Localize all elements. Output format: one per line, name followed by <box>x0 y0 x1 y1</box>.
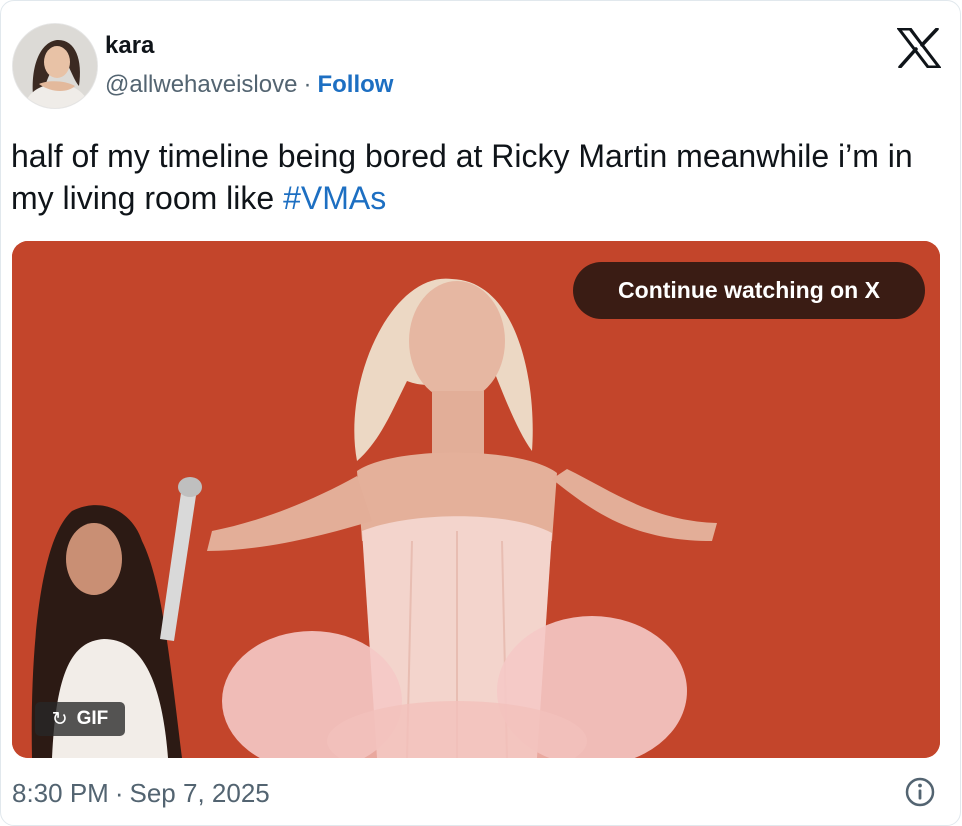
avatar[interactable] <box>12 23 98 109</box>
separator-dot: · <box>114 778 124 808</box>
time: 8:30 PM <box>12 778 109 808</box>
reload-icon: ↻ <box>51 708 68 730</box>
date: Sep 7, 2025 <box>129 778 270 808</box>
gif-label: GIF <box>76 708 109 729</box>
tweet-body: half of my timeline being bored at Ricky… <box>11 138 913 216</box>
handle[interactable]: @allwehaveislove <box>105 71 297 98</box>
hashtag-link[interactable]: #VMAs <box>283 180 386 216</box>
media-gif[interactable]: Continue watching on X ↻ GIF <box>12 241 940 758</box>
follow-button[interactable]: Follow <box>317 71 393 98</box>
timestamp[interactable]: 8:30 PM · Sep 7, 2025 <box>12 778 270 809</box>
info-icon[interactable] <box>904 776 936 808</box>
gif-badge[interactable]: ↻ GIF <box>35 702 125 736</box>
continue-watching-button[interactable]: Continue watching on X <box>573 262 925 319</box>
display-name[interactable]: kara <box>105 32 154 60</box>
separator-dot: · <box>303 71 312 98</box>
handle-row: @allwehaveislove · Follow <box>105 71 393 99</box>
tweet-text: half of my timeline being bored at Ricky… <box>11 135 946 219</box>
tweet-card: kara @allwehaveislove · Follow half of my … <box>0 0 961 826</box>
x-logo-icon[interactable] <box>895 27 943 69</box>
